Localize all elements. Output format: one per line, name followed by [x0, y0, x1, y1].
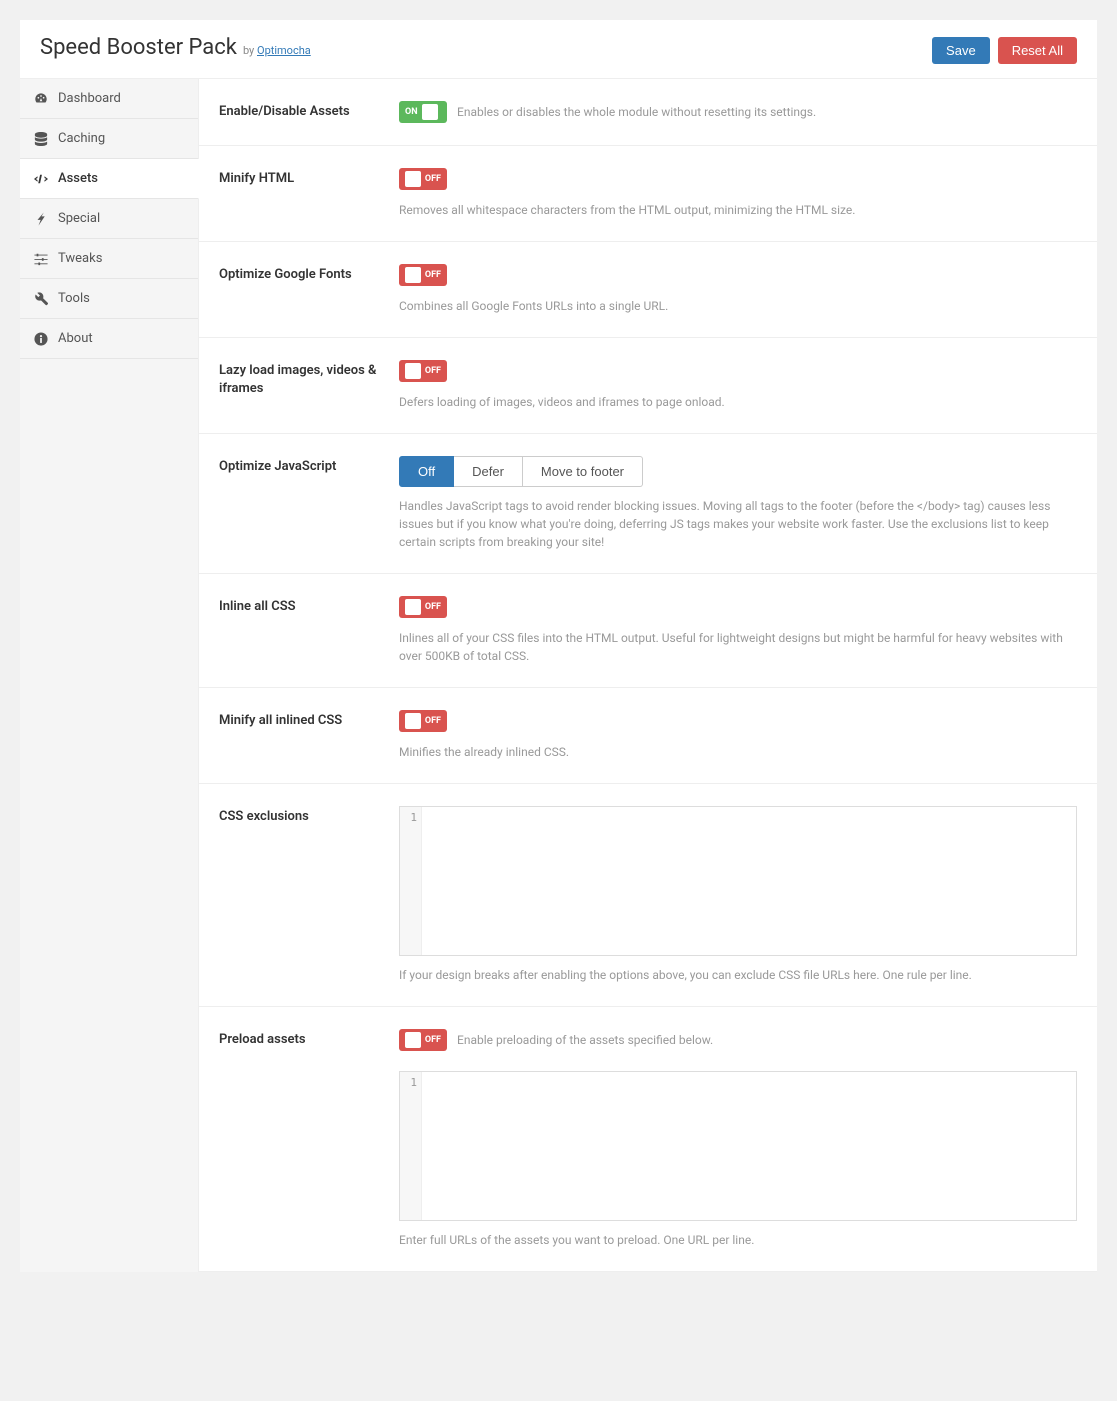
sliders-icon — [34, 252, 48, 266]
toggle-inline-css[interactable]: OFF — [399, 596, 447, 618]
css-exclusions-editor[interactable]: 1 — [399, 806, 1077, 956]
bolt-icon — [34, 212, 48, 226]
setting-label: Optimize Google Fonts — [219, 264, 379, 315]
code-area[interactable] — [422, 807, 1076, 955]
toggle-minify-css[interactable]: OFF — [399, 710, 447, 732]
toggle-lazy-load[interactable]: OFF — [399, 360, 447, 382]
toggle-preload-assets[interactable]: OFF — [399, 1029, 447, 1051]
sidebar-item-dashboard[interactable]: Dashboard — [20, 79, 198, 119]
setting-description: Minifies the already inlined CSS. — [399, 743, 1077, 761]
toggle-enable-assets[interactable]: ON — [399, 101, 447, 123]
line-number: 1 — [400, 1072, 422, 1220]
setting-label: Lazy load images, videos & iframes — [219, 360, 379, 411]
setting-preload-assets: Preload assets OFF Enable preloading of … — [199, 1007, 1097, 1272]
setting-description: Defers loading of images, videos and ifr… — [399, 393, 1077, 411]
setting-description: Enter full URLs of the assets you want t… — [399, 1231, 1077, 1249]
setting-minify-html: Minify HTML OFF Removes all whitespace c… — [199, 146, 1097, 242]
sidebar-item-label: Caching — [58, 131, 105, 146]
setting-css-exclusions: CSS exclusions 1 If your design breaks a… — [199, 784, 1097, 1007]
setting-label: CSS exclusions — [219, 806, 379, 984]
opt-js-footer[interactable]: Move to footer — [523, 456, 643, 487]
setting-description: Handles JavaScript tags to avoid render … — [399, 497, 1077, 551]
sidebar-item-label: Tweaks — [58, 251, 102, 266]
setting-label: Preload assets — [219, 1029, 379, 1249]
content-panel: Enable/Disable Assets ON Enables or disa… — [198, 79, 1097, 1272]
setting-label: Minify all inlined CSS — [219, 710, 379, 761]
sidebar-item-caching[interactable]: Caching — [20, 119, 198, 159]
toggle-google-fonts[interactable]: OFF — [399, 264, 447, 286]
info-icon — [34, 332, 48, 346]
setting-description: Enable preloading of the assets specifie… — [457, 1033, 713, 1047]
dashboard-icon — [34, 92, 48, 106]
page-header: Speed Booster Pack by Optimocha Save Res… — [20, 20, 1097, 79]
save-button[interactable]: Save — [932, 37, 990, 64]
setting-lazy-load: Lazy load images, videos & iframes OFF D… — [199, 338, 1097, 434]
sidebar: Dashboard Caching Assets Special Tweaks … — [20, 79, 198, 1272]
tools-icon — [34, 292, 48, 306]
byline: by Optimocha — [243, 44, 311, 57]
setting-minify-css: Minify all inlined CSS OFF Minifies the … — [199, 688, 1097, 784]
optimize-js-options: Off Defer Move to footer — [399, 456, 1077, 487]
sidebar-item-label: Dashboard — [58, 91, 121, 106]
byline-link[interactable]: Optimocha — [257, 44, 311, 57]
sidebar-item-about[interactable]: About — [20, 319, 198, 359]
page-title: Speed Booster Pack — [40, 35, 237, 60]
setting-description: Removes all whitespace characters from t… — [399, 201, 1077, 219]
setting-label: Enable/Disable Assets — [219, 101, 379, 123]
setting-description: If your design breaks after enabling the… — [399, 966, 1077, 984]
opt-js-defer[interactable]: Defer — [454, 456, 523, 487]
sidebar-item-assets[interactable]: Assets — [20, 159, 199, 199]
setting-description: Inlines all of your CSS files into the H… — [399, 629, 1077, 665]
line-number: 1 — [400, 807, 422, 955]
preload-assets-editor[interactable]: 1 — [399, 1071, 1077, 1221]
sidebar-item-tools[interactable]: Tools — [20, 279, 198, 319]
code-icon — [34, 172, 48, 186]
setting-label: Inline all CSS — [219, 596, 379, 665]
setting-label: Minify HTML — [219, 168, 379, 219]
sidebar-item-label: About — [58, 331, 93, 346]
opt-js-off[interactable]: Off — [399, 456, 454, 487]
toggle-minify-html[interactable]: OFF — [399, 168, 447, 190]
sidebar-item-tweaks[interactable]: Tweaks — [20, 239, 198, 279]
sidebar-item-label: Special — [58, 211, 100, 226]
code-area[interactable] — [422, 1072, 1076, 1220]
sidebar-item-label: Assets — [58, 171, 98, 186]
setting-google-fonts: Optimize Google Fonts OFF Combines all G… — [199, 242, 1097, 338]
database-icon — [34, 132, 48, 146]
reset-all-button[interactable]: Reset All — [998, 37, 1077, 64]
setting-optimize-js: Optimize JavaScript Off Defer Move to fo… — [199, 434, 1097, 574]
setting-description: Enables or disables the whole module wit… — [457, 105, 816, 119]
setting-description: Combines all Google Fonts URLs into a si… — [399, 297, 1077, 315]
setting-inline-css: Inline all CSS OFF Inlines all of your C… — [199, 574, 1097, 688]
setting-enable-assets: Enable/Disable Assets ON Enables or disa… — [199, 79, 1097, 146]
sidebar-item-special[interactable]: Special — [20, 199, 198, 239]
sidebar-item-label: Tools — [58, 291, 90, 306]
setting-label: Optimize JavaScript — [219, 456, 379, 551]
